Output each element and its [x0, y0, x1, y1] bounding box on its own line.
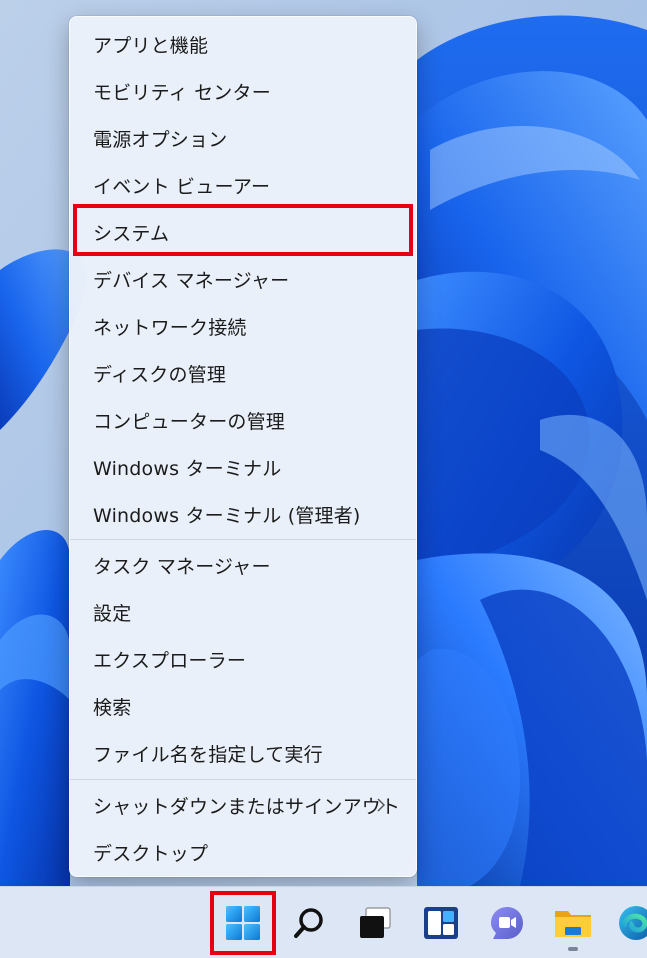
menu-item-label: コンピューターの管理 [93, 410, 286, 433]
menu-item-label: ネットワーク接続 [93, 316, 247, 339]
menu-item-label: ファイル名を指定して実行 [93, 743, 323, 766]
menu-item-power-options[interactable]: 電源オプション [74, 118, 412, 158]
menu-item-label: タスク マネージャー [93, 555, 271, 578]
menu-item-task-manager[interactable]: タスク マネージャー [74, 545, 412, 585]
menu-item-apps-and-features[interactable]: アプリと機能 [74, 24, 412, 64]
menu-item-desktop[interactable]: デスクトップ [74, 832, 412, 872]
menu-item-network-connections[interactable]: ネットワーク接続 [74, 306, 412, 346]
search-button[interactable] [287, 901, 331, 945]
menu-item-windows-terminal-admin[interactable]: Windows ターミナル (管理者) [74, 494, 412, 534]
taskbar [0, 886, 647, 958]
menu-item-run[interactable]: ファイル名を指定して実行 [74, 733, 412, 773]
task-view-button[interactable] [353, 901, 397, 945]
menu-separator [70, 779, 416, 780]
file-explorer-icon [555, 911, 591, 937]
chevron-right-icon [377, 798, 386, 812]
edge-button[interactable] [614, 901, 647, 945]
menu-item-label: エクスプローラー [93, 649, 247, 672]
menu-item-file-explorer[interactable]: エクスプローラー [74, 639, 412, 679]
menu-item-label: ディスクの管理 [93, 363, 227, 386]
menu-item-label: Windows ターミナル [93, 457, 282, 480]
teams-chat-button[interactable] [485, 901, 529, 945]
menu-item-label: 設定 [93, 602, 132, 625]
menu-item-system[interactable]: システム [74, 212, 412, 252]
menu-item-computer-management[interactable]: コンピューターの管理 [74, 400, 412, 440]
menu-item-shutdown-or-sign-out[interactable]: シャットダウンまたはサインアウト [74, 785, 412, 825]
menu-item-label: 検索 [93, 696, 132, 719]
menu-item-label: イベント ビューアー [93, 175, 271, 198]
running-indicator [568, 947, 578, 951]
menu-item-label: 電源オプション [93, 128, 228, 151]
menu-item-label: シャットダウンまたはサインアウト [93, 795, 401, 818]
menu-item-device-manager[interactable]: デバイス マネージャー [74, 259, 412, 299]
widgets-button[interactable] [419, 901, 463, 945]
menu-item-event-viewer[interactable]: イベント ビューアー [74, 165, 412, 205]
menu-item-label: Windows ターミナル (管理者) [93, 504, 361, 527]
widgets-icon [424, 907, 458, 939]
menu-item-label: デバイス マネージャー [93, 269, 290, 292]
task-view-icon [360, 907, 391, 938]
file-explorer-button[interactable] [551, 901, 595, 945]
menu-item-label: モビリティ センター [93, 81, 271, 104]
menu-item-search[interactable]: 検索 [74, 686, 412, 726]
edge-icon [619, 906, 647, 940]
menu-item-settings[interactable]: 設定 [74, 592, 412, 632]
menu-item-label: システム [93, 222, 170, 245]
teams-chat-icon [491, 907, 523, 939]
menu-item-disk-management[interactable]: ディスクの管理 [74, 353, 412, 393]
win-x-context-menu: アプリと機能 モビリティ センター 電源オプション イベント ビューアー システ… [69, 16, 417, 877]
menu-item-label: デスクトップ [93, 842, 209, 865]
menu-item-label: アプリと機能 [93, 34, 209, 57]
menu-item-windows-terminal[interactable]: Windows ターミナル [74, 447, 412, 487]
menu-item-mobility-center[interactable]: モビリティ センター [74, 71, 412, 111]
search-icon [294, 908, 323, 938]
menu-separator [70, 539, 416, 540]
desktop: アプリと機能 モビリティ センター 電源オプション イベント ビューアー システ… [0, 0, 647, 958]
highlight-box-start [210, 891, 276, 955]
